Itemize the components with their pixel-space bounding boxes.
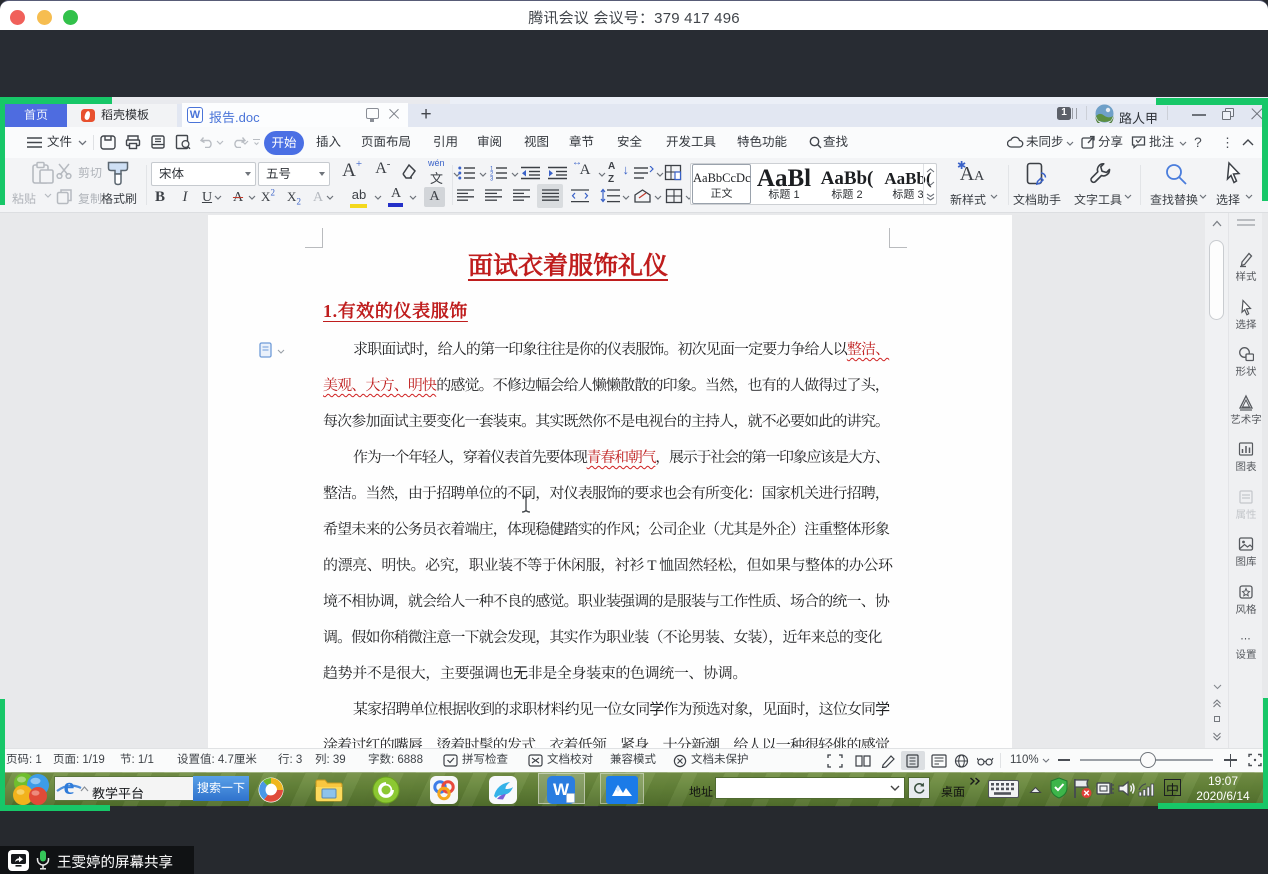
- svg-text:3: 3: [490, 177, 494, 182]
